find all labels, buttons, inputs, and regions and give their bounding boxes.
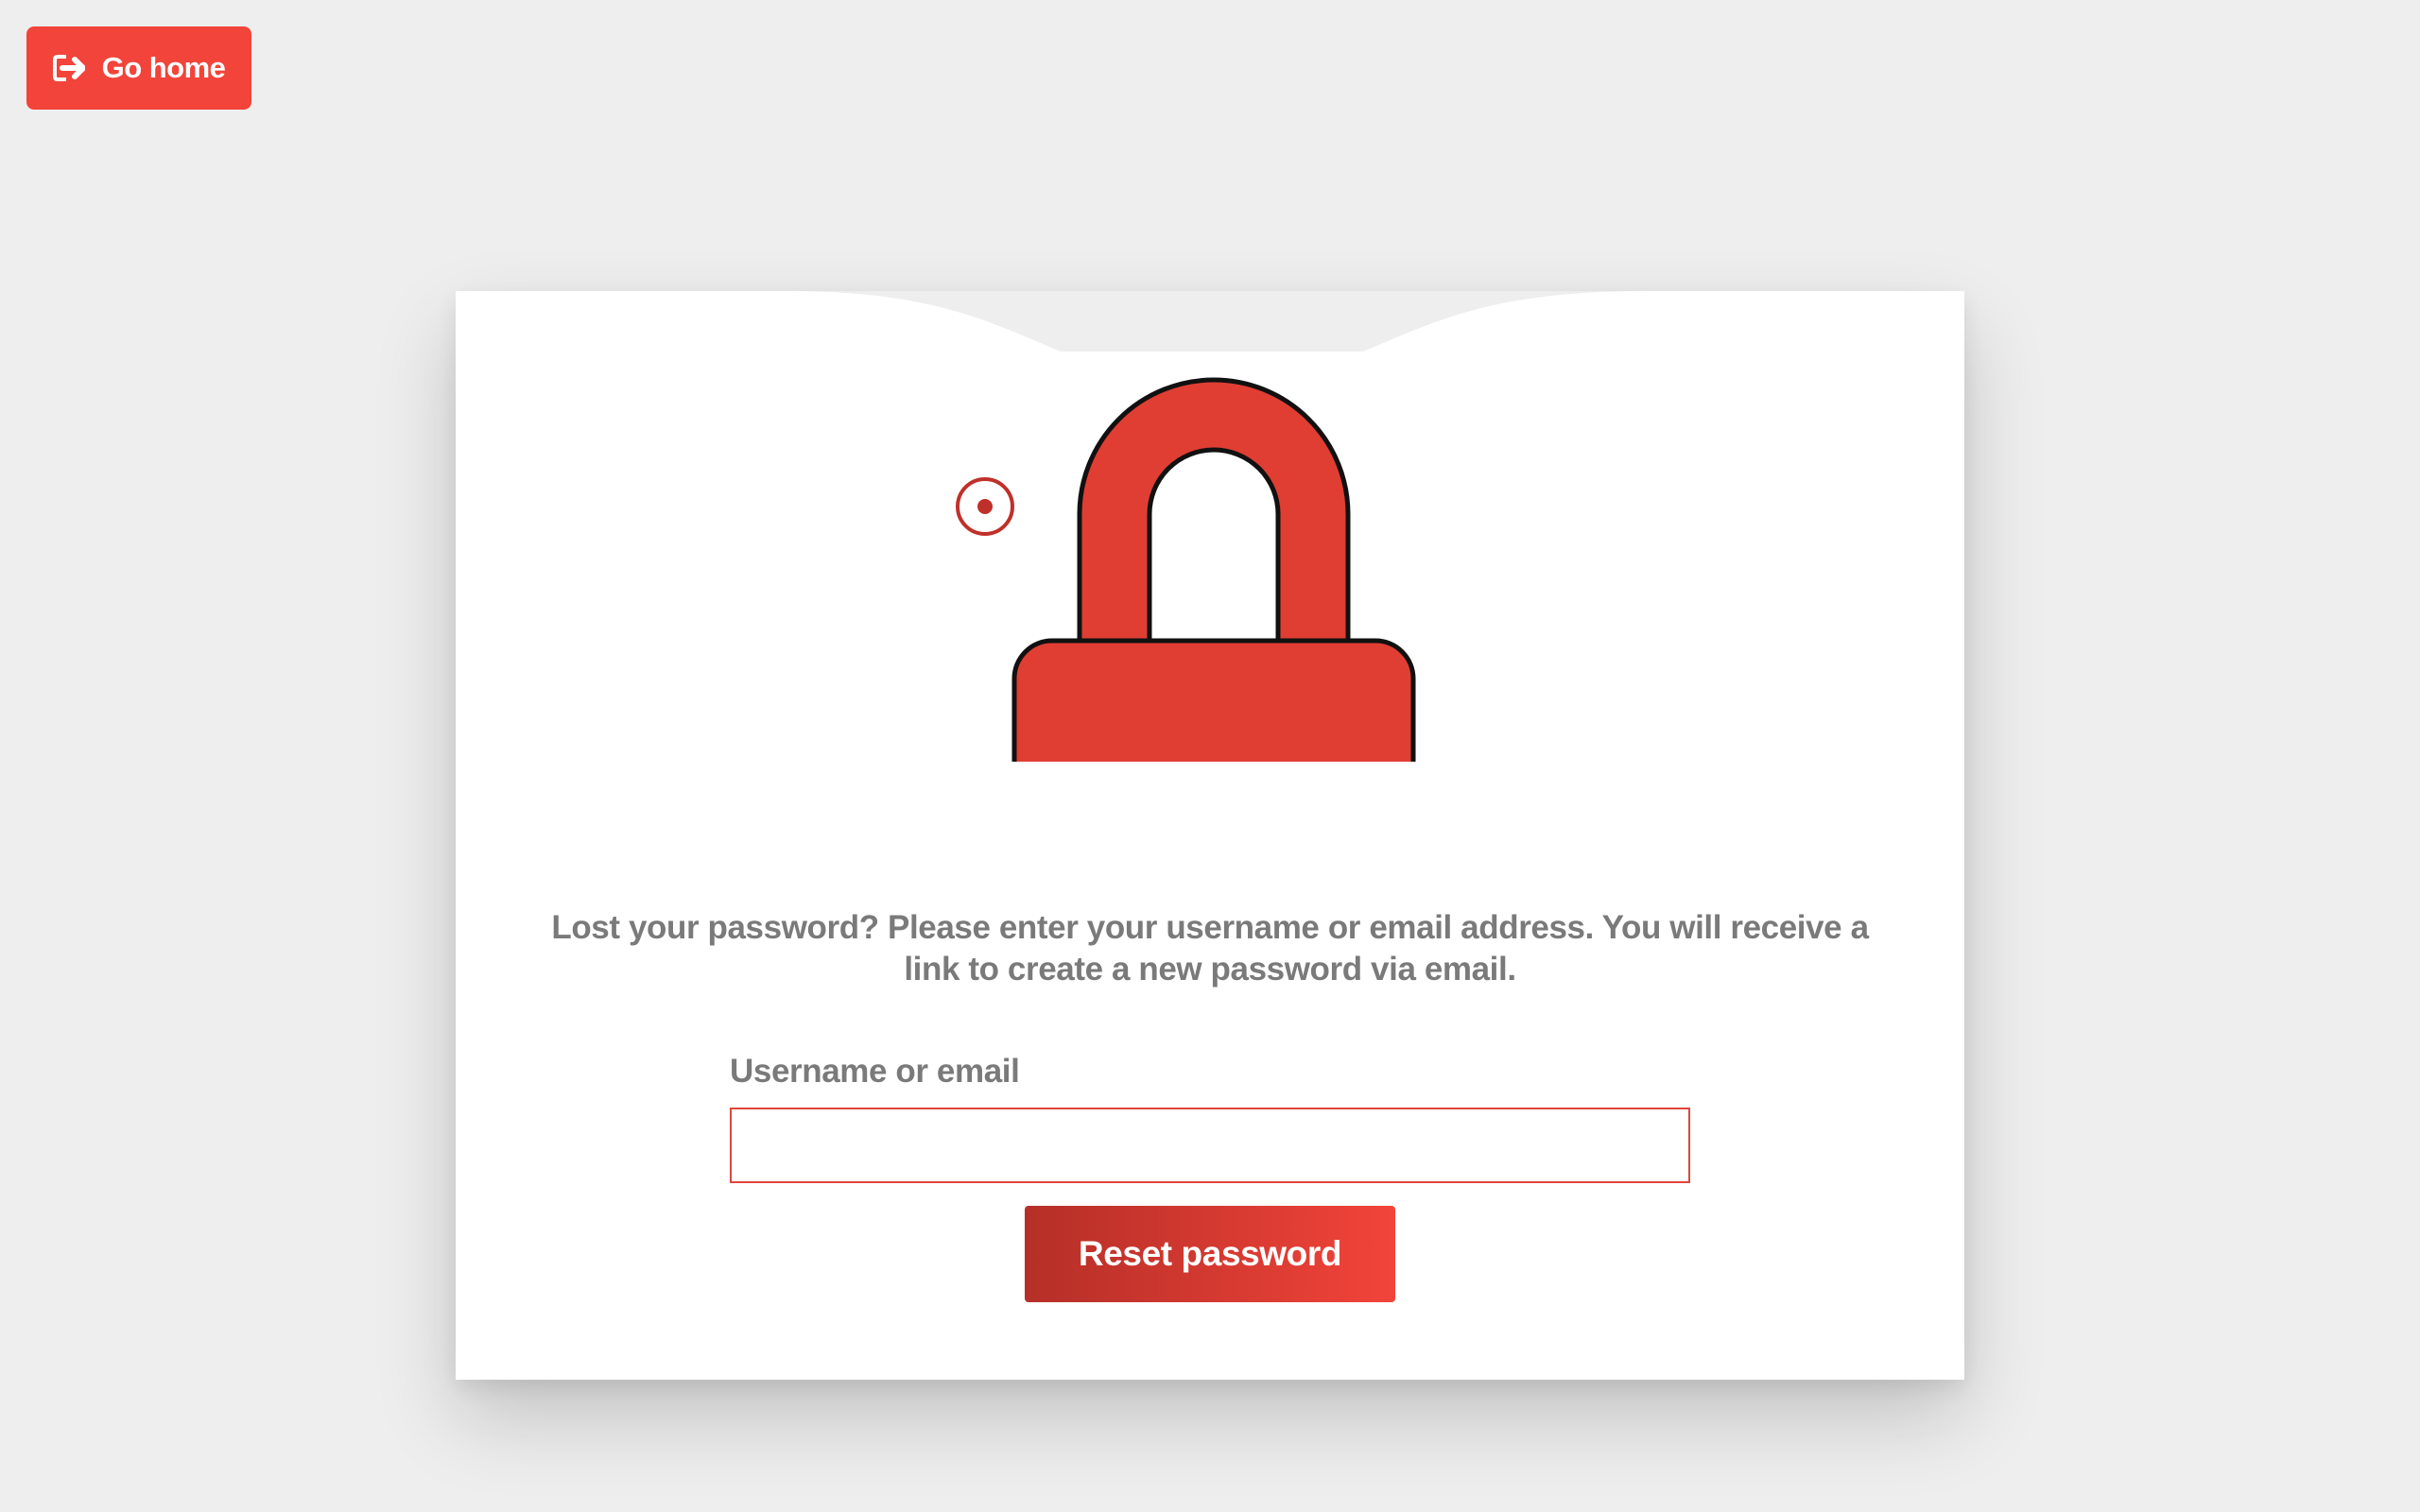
sign-out-icon [52, 54, 85, 82]
username-email-input[interactable] [730, 1108, 1690, 1183]
username-email-label: Username or email [730, 1053, 1020, 1090]
instructions-text: Lost your password? Please enter your us… [551, 909, 1869, 988]
reset-password-button[interactable]: Reset password [1025, 1206, 1395, 1302]
go-home-button[interactable]: Go home [26, 26, 251, 110]
go-home-label: Go home [101, 51, 226, 84]
card-top-notch [786, 291, 1647, 352]
padlock-icon [956, 377, 1416, 762]
reset-password-card: Lost your password? Please enter your us… [456, 291, 1964, 1380]
